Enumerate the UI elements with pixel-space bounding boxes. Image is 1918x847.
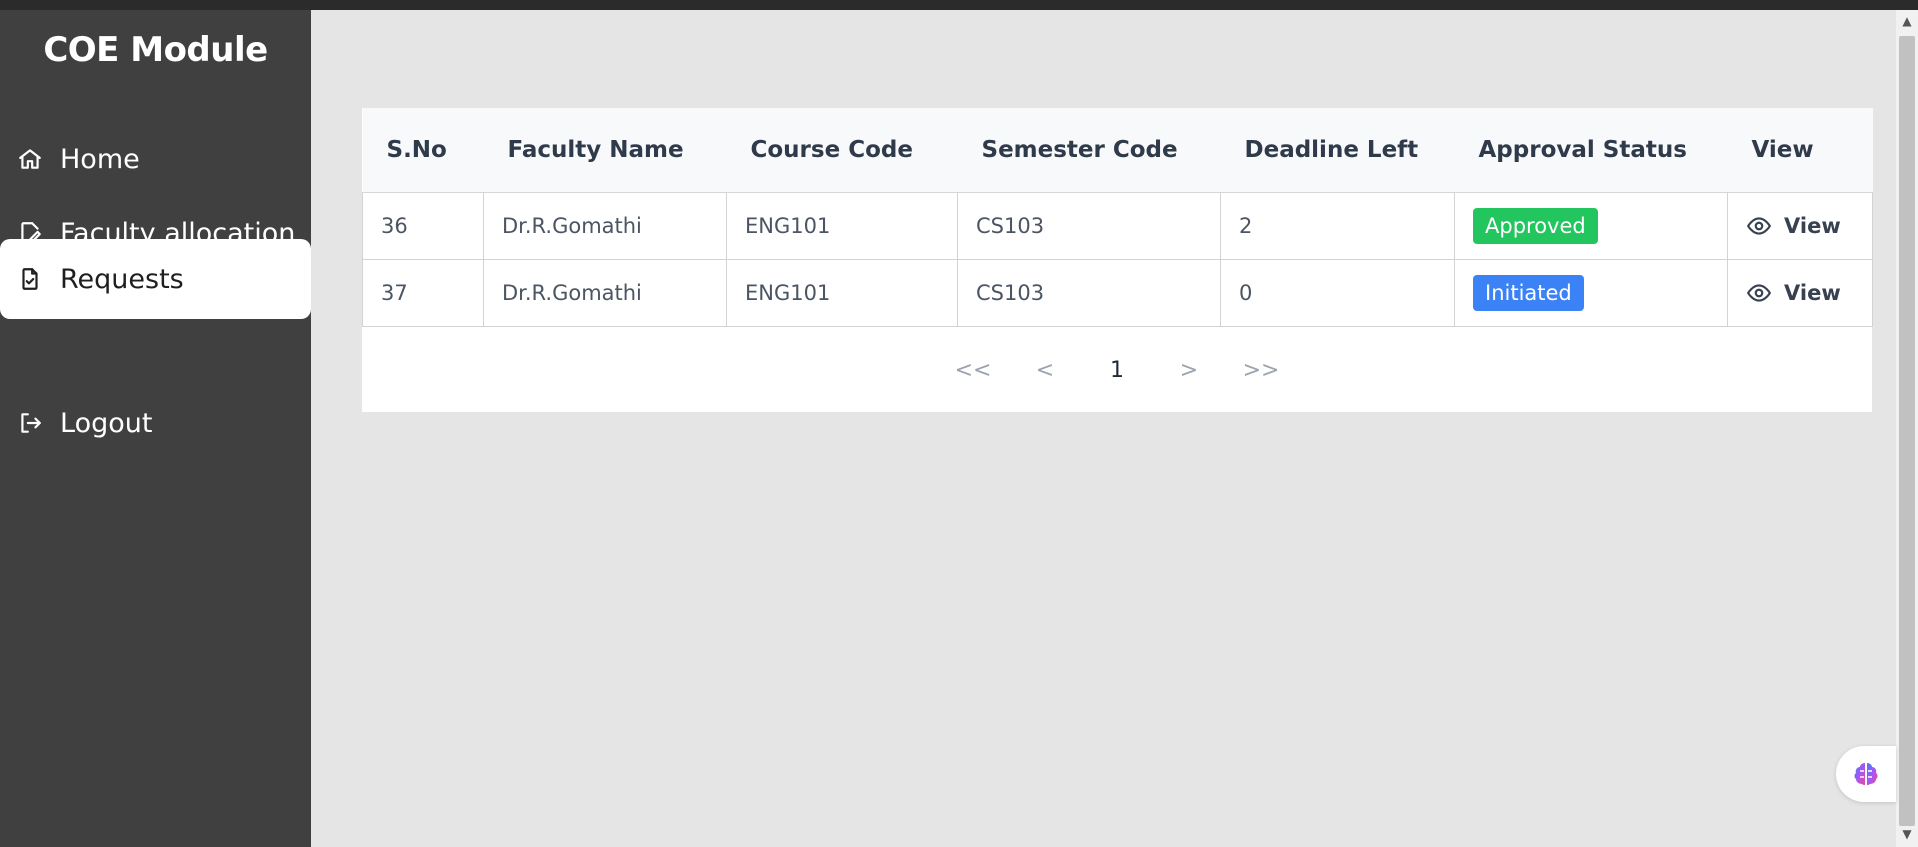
requests-table-card: S.No Faculty Name Course Code Semester C… (362, 108, 1873, 412)
sidebar-item-label: Requests (60, 263, 184, 295)
cell-course-code: ENG101 (726, 259, 958, 327)
last-page-button[interactable]: >> (1225, 358, 1297, 383)
sidebar: COE Module Home Faculty allocation Reque… (0, 10, 311, 847)
status-badge: Approved (1473, 208, 1598, 244)
prev-page-button[interactable]: < (1009, 358, 1081, 383)
app-title: COE Module (43, 30, 268, 70)
cell-view: View (1727, 259, 1873, 327)
view-label: View (1784, 281, 1841, 305)
cell-deadline-left: 0 (1220, 259, 1455, 327)
logout-icon (14, 407, 46, 439)
cell-deadline-left: 2 (1220, 192, 1455, 260)
cell-faculty-name: Dr.R.Gomathi (483, 259, 727, 327)
column-header: Deadline Left (1220, 108, 1455, 193)
status-badge: Initiated (1473, 275, 1584, 311)
browser-top-bar (0, 0, 1918, 10)
cell-sno: 37 (362, 259, 484, 327)
requests-table: S.No Faculty Name Course Code Semester C… (362, 108, 1873, 327)
sidebar-item-logout[interactable]: Logout (0, 383, 311, 463)
column-header: Approval Status (1454, 108, 1728, 193)
cell-semester-code: CS103 (957, 192, 1221, 260)
brain-icon (1854, 763, 1878, 785)
cell-course-code: ENG101 (726, 192, 958, 260)
home-icon (14, 143, 46, 175)
current-page[interactable]: 1 (1081, 358, 1153, 383)
column-header: View (1727, 108, 1873, 193)
cell-approval-status: Approved (1454, 192, 1728, 260)
view-button[interactable]: View (1746, 280, 1872, 306)
next-page-button[interactable]: > (1153, 358, 1225, 383)
eye-icon (1746, 284, 1772, 302)
cell-sno: 36 (362, 192, 484, 260)
view-label: View (1784, 214, 1841, 238)
table-header-row: S.No Faculty Name Course Code Semester C… (362, 108, 1873, 193)
column-header: S.No (362, 108, 484, 193)
sidebar-item-home[interactable]: Home (0, 119, 311, 199)
view-button[interactable]: View (1746, 213, 1872, 239)
sidebar-item-label: Home (60, 143, 140, 175)
scroll-up-arrow-icon[interactable]: ▲ (1896, 14, 1918, 32)
cell-view: View (1727, 192, 1873, 260)
cell-semester-code: CS103 (957, 259, 1221, 327)
scroll-down-arrow-icon[interactable]: ▼ (1896, 827, 1918, 845)
cell-faculty-name: Dr.R.Gomathi (483, 192, 727, 260)
vertical-scrollbar[interactable]: ▲ ▼ (1896, 10, 1918, 847)
assistant-button[interactable] (1836, 746, 1896, 802)
sidebar-item-label: Logout (60, 407, 153, 439)
sidebar-item-requests[interactable]: Requests (0, 239, 311, 319)
cell-approval-status: Initiated (1454, 259, 1728, 327)
eye-icon (1746, 217, 1772, 235)
pagination: << < 1 > >> (362, 328, 1872, 412)
file-check-icon (14, 263, 46, 295)
first-page-button[interactable]: << (937, 358, 1009, 383)
table-row: 36 Dr.R.Gomathi ENG101 CS103 2 Approved … (362, 192, 1873, 260)
column-header: Faculty Name (483, 108, 727, 193)
table-row: 37 Dr.R.Gomathi ENG101 CS103 0 Initiated… (362, 259, 1873, 327)
scroll-thumb[interactable] (1899, 36, 1915, 826)
column-header: Semester Code (957, 108, 1221, 193)
column-header: Course Code (726, 108, 958, 193)
